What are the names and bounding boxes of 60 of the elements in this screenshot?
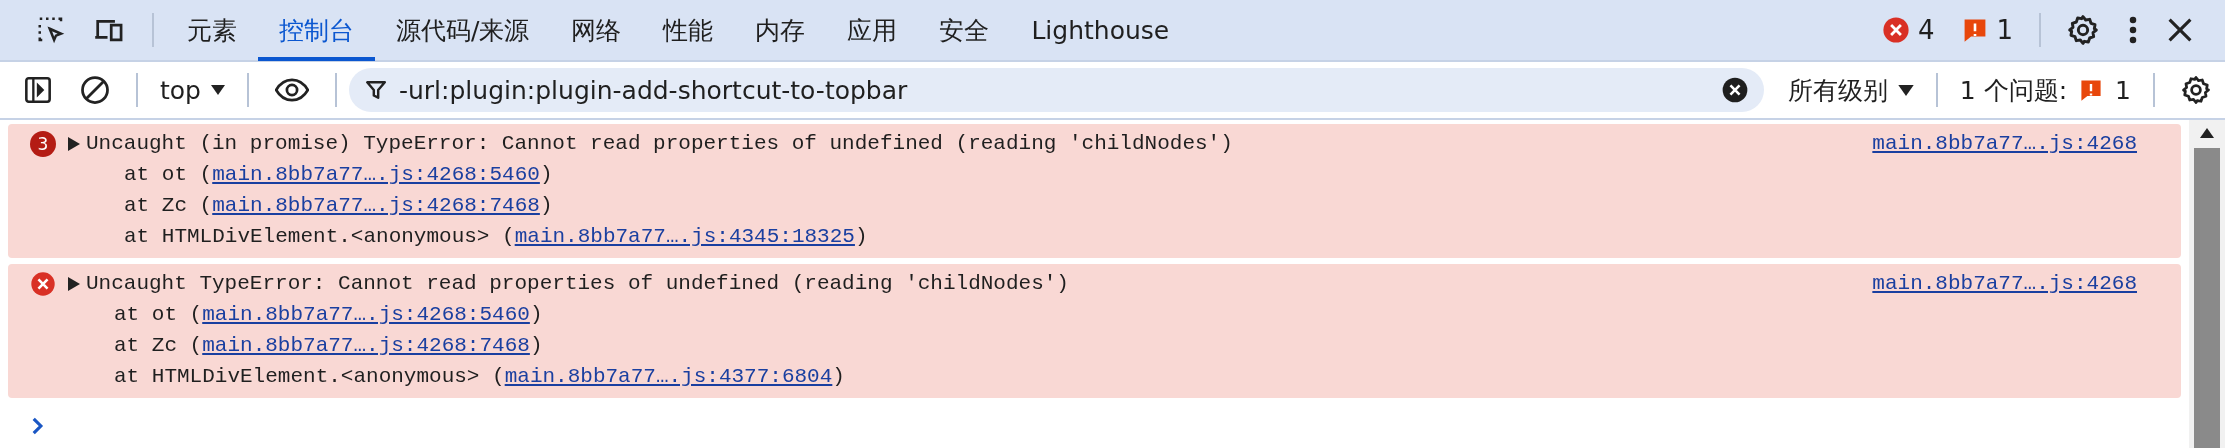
sidebar-toggle-icon[interactable]	[24, 76, 52, 104]
stack-frame-text: )	[529, 334, 543, 357]
expand-arrow-icon[interactable]	[68, 136, 80, 151]
issues-button[interactable]: 1 个问题: 1	[1949, 69, 2141, 111]
error-icon	[1881, 16, 1910, 44]
log-levels-dropdown[interactable]: 所有级别	[1777, 69, 1924, 111]
repeat-count: 3	[30, 130, 56, 157]
stack-frame-text: )	[539, 194, 553, 217]
element-picker-icon[interactable]	[36, 15, 66, 45]
error-text: Uncaught TypeError: Cannot read properties of undefined (reading 'childNodes')	[86, 271, 1069, 297]
caret-icon	[210, 85, 225, 95]
panel-tab[interactable]: 性能	[642, 0, 735, 61]
prompt-chevron-icon	[30, 416, 46, 436]
clear-console-icon[interactable]	[80, 75, 110, 105]
stack-frame-link[interactable]: main.8bb7a77….js:4268:7468	[212, 194, 540, 217]
panel-tab[interactable]: 安全	[918, 0, 1011, 61]
expand-arrow-icon[interactable]	[68, 276, 80, 291]
filter-text: -url:plugin:plugin-add-shortcut-to-topbar	[398, 75, 908, 105]
stack-frame-link[interactable]: main.8bb7a77….js:4377:6804	[504, 365, 833, 388]
caret-icon	[1897, 84, 1914, 96]
stack-frame-link[interactable]: main.8bb7a77….js:4345:18325	[514, 225, 855, 248]
error-text: Uncaught (in promise) TypeError: Cannot read properties of undefined (reading 'childNodes')	[86, 131, 1233, 157]
stack-frame-text: )	[832, 365, 845, 388]
scrollbar[interactable]	[2189, 120, 2225, 448]
filter-field[interactable]: -url:plugin:plugin-add-shortcut-to-topbar	[348, 68, 1764, 112]
error-count[interactable]: 4	[1881, 15, 1935, 45]
source-link[interactable]: main.8bb7a77….js:4268	[1872, 268, 2137, 299]
panel-tab[interactable]: 源代码/来源	[375, 0, 551, 61]
panel-tab[interactable]: 网络	[550, 0, 643, 61]
panel-tab[interactable]: 内存	[734, 0, 827, 61]
stack-frame-link[interactable]: main.8bb7a77….js:4268:7468	[202, 334, 530, 357]
panel-tab[interactable]: 控制台	[258, 0, 375, 61]
panel-tab[interactable]: Lighthouse	[1010, 0, 1191, 61]
source-link[interactable]: main.8bb7a77….js:4268	[1872, 128, 2137, 159]
stack-frame-text: )	[854, 225, 868, 248]
scroll-up-icon[interactable]	[2200, 128, 2214, 138]
stack-frame-text: )	[539, 163, 553, 186]
scrollbar-thumb[interactable]	[2194, 148, 2220, 448]
error-icon	[30, 270, 56, 297]
filter-icon	[364, 79, 387, 101]
console-settings-icon[interactable]	[2181, 75, 2211, 105]
stack-frame-text: at HTMLDivElement.<anonymous> (	[114, 365, 505, 388]
stack-frame-text: at Zc (	[124, 194, 213, 217]
issue-flag-icon	[2079, 78, 2104, 102]
eye-icon[interactable]	[274, 78, 309, 102]
clear-filter-icon[interactable]	[1721, 77, 1748, 103]
stack-frame-text: at ot (	[114, 303, 203, 326]
stack-frame-link[interactable]: main.8bb7a77….js:4268:5460	[202, 303, 530, 326]
more-menu-icon[interactable]	[2127, 15, 2139, 45]
stack-frame-text: at ot (	[124, 163, 213, 186]
stack-frame-text: )	[529, 303, 543, 326]
close-icon[interactable]	[2167, 17, 2193, 43]
context-selector[interactable]: top	[150, 71, 235, 109]
stack-frame-text: at Zc (	[114, 334, 203, 357]
issue-count[interactable]: 1	[1962, 15, 2013, 45]
stack-frame-link[interactable]: main.8bb7a77….js:4268:5460	[212, 163, 540, 186]
panel-tab[interactable]: 应用	[826, 0, 919, 61]
stack-frame-text: at HTMLDivElement.<anonymous> (	[124, 225, 515, 248]
settings-icon[interactable]	[2067, 14, 2099, 46]
panel-tab[interactable]: 元素	[166, 0, 258, 61]
